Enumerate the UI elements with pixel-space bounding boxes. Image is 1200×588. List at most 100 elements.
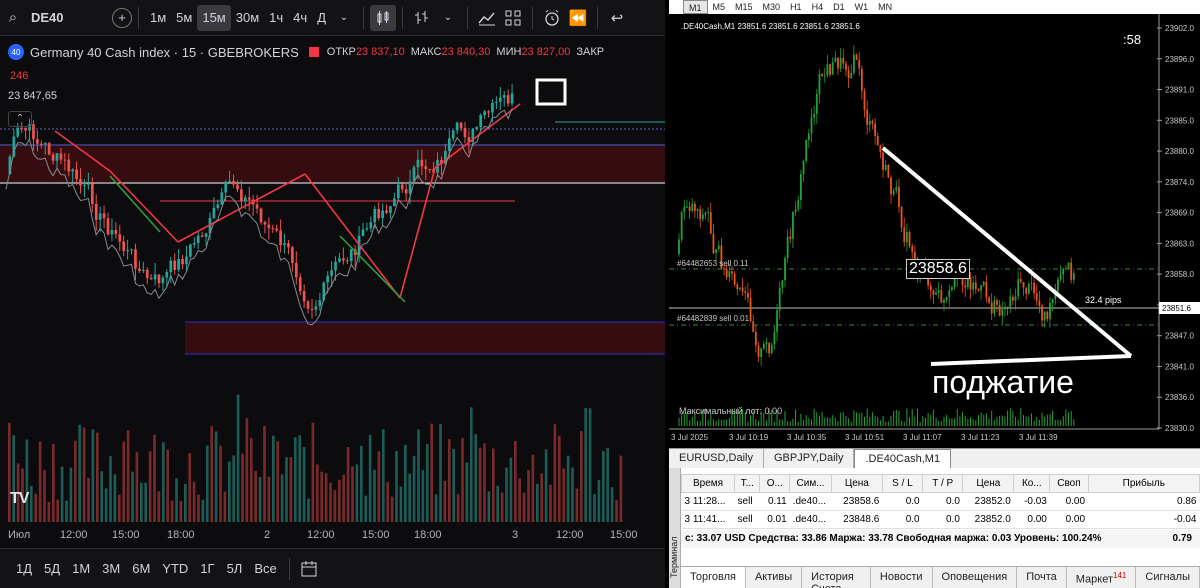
range-1d[interactable]: 1Д	[10, 561, 38, 576]
volume-bar	[338, 479, 341, 522]
volume-bar	[56, 499, 59, 522]
mt-timeframe-m1[interactable]: M1	[683, 0, 708, 14]
col-time[interactable]: Время	[680, 474, 736, 493]
tab-history[interactable]: История Счета	[802, 567, 871, 588]
candle-body	[749, 297, 752, 322]
timeframe-15m[interactable]: 15м	[197, 4, 231, 31]
candle-body	[837, 57, 839, 69]
candle-body	[868, 120, 871, 125]
alert-clock-icon[interactable]	[539, 5, 565, 31]
tab-news[interactable]: Новости	[871, 567, 933, 588]
range-ytd[interactable]: YTD	[156, 561, 194, 576]
range-6m[interactable]: 6М	[126, 561, 156, 576]
collapse-legend-icon[interactable]: ⌃	[8, 111, 32, 127]
indicators-icon[interactable]	[474, 5, 500, 31]
candle-body	[236, 184, 239, 190]
tv-price-chart[interactable]: Июл 12:00 15:00 18:00 2 12:00 15:00 18:00 3 12:00…	[0, 36, 665, 546]
bar-style-icon[interactable]	[409, 5, 435, 31]
time-axis-label: 3 Jul 10:51	[845, 433, 885, 442]
replay-icon[interactable]: ⏪	[565, 5, 591, 31]
metatrader-panel: M1 M5 M15 M30 H1 H4 D1 W1 MN 23902.0 2389…	[669, 0, 1200, 588]
timeframe-dropdown-icon[interactable]: ⌄	[331, 5, 357, 31]
candle-body	[794, 209, 797, 213]
col-price[interactable]: Цена	[962, 474, 1015, 493]
close-label: ЗАКР	[576, 46, 605, 58]
chart-tab-eurusd[interactable]: EURUSD,Daily	[669, 449, 764, 468]
volume-bar	[153, 434, 156, 522]
chart-type-dropdown-icon[interactable]: ⌄	[435, 5, 461, 31]
volume-bar	[157, 491, 161, 522]
timeframe-5m[interactable]: 5м	[171, 5, 197, 31]
col-tp[interactable]: T / P	[922, 474, 964, 493]
col-commission[interactable]: Ко...	[1013, 474, 1051, 493]
col-profit[interactable]: Прибыль	[1087, 474, 1200, 493]
volume-bar	[478, 447, 482, 522]
tab-trade[interactable]: Торговля	[681, 567, 746, 588]
mt-timeframe-m15[interactable]: M15	[730, 0, 758, 14]
chart-tab-de40[interactable]: .DE40Cash,M1	[854, 449, 952, 468]
price-box[interactable]: 23858.6	[906, 259, 970, 279]
tab-mailbox[interactable]: Почта	[1017, 567, 1067, 588]
timeframe-30m[interactable]: 30м	[231, 5, 264, 31]
mt-timeframe-m5[interactable]: M5	[708, 0, 731, 14]
time-axis-label: Июл	[8, 529, 30, 541]
order-row[interactable]: 3 11:28... sell 0.11 .de40... 23858.6 0.…	[681, 492, 1200, 511]
candle-body	[704, 212, 707, 215]
candle-body	[185, 256, 188, 265]
range-all[interactable]: Все	[248, 561, 282, 576]
candle-body	[723, 268, 725, 270]
tab-market-label: Маркет	[1075, 573, 1114, 586]
col-type[interactable]: Т...	[734, 474, 761, 493]
mt-timeframe-m30[interactable]: M30	[758, 0, 786, 14]
range-5d[interactable]: 5Д	[38, 561, 66, 576]
candle-body	[977, 289, 980, 291]
date-range-icon[interactable]	[296, 556, 322, 582]
col-volume[interactable]: О...	[759, 474, 791, 493]
mt-timeframe-w1[interactable]: W1	[850, 0, 874, 14]
col-symbol[interactable]: Сим...	[789, 474, 832, 493]
total-profit: 0.79	[1172, 533, 1192, 544]
candle-body	[404, 189, 408, 194]
mt-timeframe-d1[interactable]: D1	[828, 0, 850, 14]
col-sl[interactable]: S / L	[881, 474, 924, 493]
mt-timeframe-mn[interactable]: MN	[873, 0, 897, 14]
candle-body	[157, 274, 161, 284]
range-3m[interactable]: 3М	[96, 561, 126, 576]
mt-timeframe-h1[interactable]: H1	[785, 0, 807, 14]
range-1m[interactable]: 1М	[66, 561, 96, 576]
candle-body	[789, 236, 792, 239]
volume-bar	[30, 485, 33, 522]
candle-body	[16, 127, 20, 137]
terminal-side-bar[interactable]: Терминал	[669, 468, 681, 588]
templates-icon[interactable]	[500, 5, 526, 31]
candle-body	[792, 212, 794, 239]
candle-body	[951, 286, 953, 291]
tab-market[interactable]: Маркет141	[1067, 567, 1137, 588]
tab-exposure[interactable]: Активы	[746, 567, 803, 588]
separator	[467, 6, 468, 29]
timeframe-4h[interactable]: 4ч	[288, 5, 312, 31]
volume-bar	[408, 473, 411, 522]
range-5y[interactable]: 5Л	[221, 561, 249, 576]
symbol-search[interactable]: DE40	[26, 5, 86, 31]
col-swap[interactable]: Своп	[1049, 474, 1089, 493]
tab-alerts[interactable]: Оповещения	[933, 567, 1018, 588]
candles-icon[interactable]	[370, 4, 396, 31]
chart-tab-gbpjpy[interactable]: GBPJPY,Daily	[764, 449, 855, 468]
volume-bar	[566, 455, 570, 522]
search-icon[interactable]: ⌕	[0, 5, 26, 31]
order-row[interactable]: 3 11:41... sell 0.01 .de40... 23848.6 0.…	[681, 510, 1200, 529]
tab-signals[interactable]: Сигналы	[1136, 567, 1200, 588]
volume-bar	[122, 441, 125, 522]
candle-body	[318, 300, 322, 307]
col-open-price[interactable]: Цена	[830, 474, 883, 493]
candle-body	[75, 169, 78, 180]
undo-icon[interactable]: ↩	[604, 5, 630, 31]
timeframe-1h[interactable]: 1ч	[264, 5, 288, 31]
add-symbol-icon[interactable]: +	[112, 7, 132, 28]
timeframe-d[interactable]: Д	[312, 5, 331, 31]
mt-timeframe-h4[interactable]: H4	[807, 0, 829, 14]
range-1y[interactable]: 1Г	[194, 561, 220, 576]
candle-body	[974, 282, 977, 290]
timeframe-1m[interactable]: 1м	[145, 5, 171, 31]
